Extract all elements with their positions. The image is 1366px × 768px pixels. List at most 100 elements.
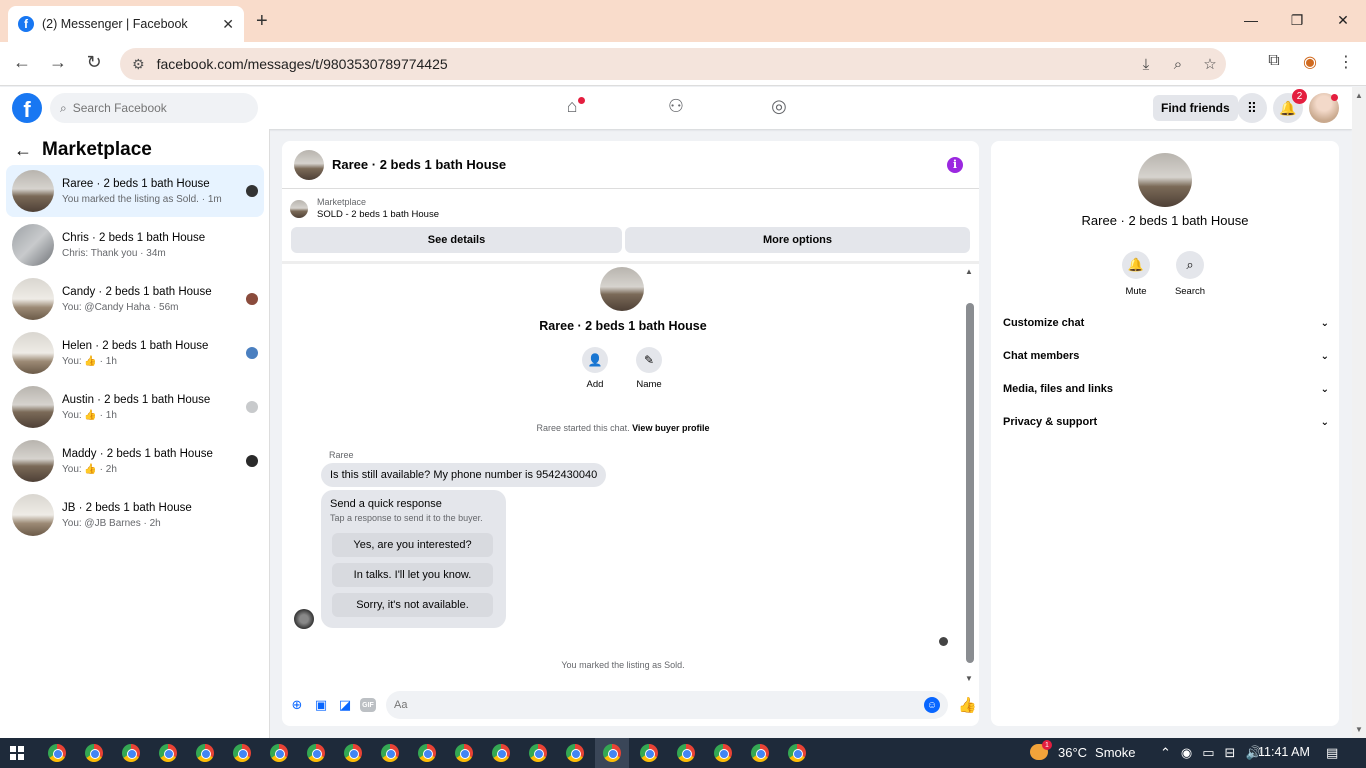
chrome-icon[interactable] [788, 744, 806, 762]
scroll-up-arrow-icon[interactable]: ▲ [1355, 91, 1363, 100]
profile-icon[interactable]: ◉ [1298, 52, 1322, 72]
site-settings-icon[interactable]: ⚙ [132, 56, 145, 73]
more-options-button[interactable]: More options [625, 227, 970, 253]
facebook-search[interactable]: ⌕ [50, 93, 258, 123]
menu-grid-icon[interactable]: ⠿ [1237, 93, 1267, 123]
browser-tab[interactable]: f (2) Messenger | Facebook ✕ [8, 6, 244, 42]
quick-response-option[interactable]: In talks. I'll let you know. [332, 563, 493, 587]
emoji-icon[interactable]: ☺ [924, 697, 940, 713]
conversation-item[interactable]: Maddy · 2 beds 1 bath House You: 👍 · 2h [6, 435, 264, 487]
search-tabs-icon[interactable]: ⧉ [1262, 52, 1286, 72]
install-app-icon[interactable]: ⤓ [1130, 56, 1162, 73]
new-tab-button[interactable]: + [256, 10, 268, 33]
zoom-icon[interactable]: ⌕ [1162, 56, 1194, 73]
photo-icon[interactable]: ▣ [312, 696, 330, 714]
sender-avatar[interactable] [294, 609, 314, 629]
mute-action[interactable]: 🔔 Mute [1111, 251, 1161, 297]
notification-center-icon[interactable]: ▤ [1326, 745, 1338, 761]
chrome-icon[interactable] [455, 744, 473, 762]
chrome-icon[interactable] [751, 744, 769, 762]
scroll-up-arrow-icon[interactable]: ▲ [965, 267, 973, 276]
chrome-icon[interactable] [233, 744, 251, 762]
menu-kebab-icon[interactable]: ⋮ [1334, 52, 1358, 72]
chat-header-avatar[interactable] [294, 149, 324, 180]
windows-start-icon[interactable] [10, 746, 24, 760]
info-icon[interactable]: i [947, 156, 963, 173]
conversation-item[interactable]: Raree · 2 beds 1 bath House You marked th… [6, 165, 264, 217]
chrome-icon[interactable] [492, 744, 510, 762]
groups-icon[interactable]: ◎ [766, 96, 792, 117]
message-bubble[interactable]: Is this still available? My phone number… [321, 463, 607, 487]
search-icon: ⌕ [1176, 251, 1204, 279]
quick-response-option[interactable]: Sorry, it's not available. [332, 593, 493, 617]
chrome-icon[interactable] [566, 744, 584, 762]
chrome-icon[interactable] [48, 744, 66, 762]
message-input[interactable] [394, 699, 924, 711]
view-buyer-profile-link[interactable]: View buyer profile [632, 423, 709, 433]
page-scrollbar[interactable]: ▲ ▼ [1352, 87, 1366, 738]
chrome-icon[interactable] [714, 744, 732, 762]
privacy-support-section[interactable]: Privacy & support ⌄ [1003, 407, 1329, 437]
conversation-item[interactable]: Candy · 2 beds 1 bath House You: @Candy H… [6, 273, 264, 325]
chrome-icon[interactable] [677, 744, 695, 762]
chat-scrollbar[interactable]: ▲ ▼ [965, 267, 975, 683]
chrome-icon[interactable] [603, 744, 621, 762]
chrome-icon[interactable] [159, 744, 177, 762]
scroll-down-arrow-icon[interactable]: ▼ [965, 674, 973, 683]
scroll-down-arrow-icon[interactable]: ▼ [1355, 725, 1363, 734]
forward-arrow-icon[interactable]: → [46, 52, 70, 73]
chat-members-section[interactable]: Chat members ⌄ [1003, 341, 1329, 371]
sticker-icon[interactable]: ◪ [336, 696, 354, 714]
chrome-icon[interactable] [85, 744, 103, 762]
battery-icon[interactable]: ▭ [1202, 745, 1214, 761]
back-arrow-icon[interactable]: ← [10, 52, 34, 73]
chat-profile-avatar [600, 267, 644, 311]
bookmark-star-icon[interactable]: ☆ [1194, 55, 1226, 73]
weather-widget[interactable]: 1 36°C Smoke [1030, 740, 1136, 760]
thumbs-up-icon[interactable]: 👍 [958, 696, 977, 714]
search-input[interactable] [72, 101, 233, 115]
minimize-icon[interactable]: — [1228, 0, 1274, 40]
plus-circle-icon[interactable]: ⊕ [288, 696, 306, 714]
chrome-icon[interactable] [381, 744, 399, 762]
info-avatar[interactable] [1138, 153, 1192, 207]
chrome-icon[interactable] [640, 744, 658, 762]
close-window-icon[interactable]: ✕ [1320, 0, 1366, 40]
chevron-up-icon[interactable]: ⌃ [1160, 745, 1171, 761]
friends-icon[interactable]: ⚇ [663, 96, 689, 117]
reload-icon[interactable]: ↻ [82, 52, 106, 73]
see-details-button[interactable]: See details [291, 227, 622, 253]
chrome-icon[interactable] [196, 744, 214, 762]
add-people-action[interactable]: 👤 Add [575, 347, 615, 390]
tab-close-icon[interactable]: ✕ [222, 16, 234, 33]
conversation-item[interactable]: Chris · 2 beds 1 bath House Chris: Thank … [6, 219, 264, 271]
gif-icon[interactable]: GIF [360, 698, 376, 712]
chrome-icon[interactable] [122, 744, 140, 762]
find-friends-button[interactable]: Find friends [1153, 95, 1238, 121]
network-icon[interactable]: ⊟ [1225, 745, 1236, 761]
chrome-icon[interactable] [270, 744, 288, 762]
chat-title[interactable]: Raree · 2 beds 1 bath House [332, 157, 947, 172]
facebook-logo-icon[interactable]: f [12, 93, 42, 123]
conversation-item[interactable]: Austin · 2 beds 1 bath House You: 👍 · 1h [6, 381, 264, 433]
name-chat-action[interactable]: ✎ Name [629, 347, 669, 390]
search-action[interactable]: ⌕ Search [1165, 251, 1215, 297]
quick-response-option[interactable]: Yes, are you interested? [332, 533, 493, 557]
chrome-icon[interactable] [307, 744, 325, 762]
media-files-section[interactable]: Media, files and links ⌄ [1003, 374, 1329, 404]
address-bar[interactable]: ⚙ facebook.com/messages/t/98035307897744… [120, 48, 1226, 80]
conversation-preview: You marked the listing as Sold. · 1m [62, 193, 222, 205]
conversation-item[interactable]: JB · 2 beds 1 bath House You: @JB Barnes … [6, 489, 264, 541]
chrome-icon[interactable] [418, 744, 436, 762]
message-input-box[interactable]: ☺ [386, 691, 948, 719]
chrome-icon[interactable] [344, 744, 362, 762]
record-icon[interactable]: ◉ [1181, 745, 1192, 761]
back-arrow-icon[interactable]: ← [14, 140, 32, 161]
clock[interactable]: 11:41 AM [1258, 745, 1310, 759]
url-text[interactable]: facebook.com/messages/t/9803530789774425 [157, 56, 1130, 72]
customize-chat-section[interactable]: Customize chat ⌄ [1003, 308, 1329, 338]
scrollbar-thumb[interactable] [966, 303, 974, 663]
conversation-item[interactable]: Helen · 2 beds 1 bath House You: 👍 · 1h [6, 327, 264, 379]
restore-icon[interactable]: ❐ [1274, 0, 1320, 40]
chrome-icon[interactable] [529, 744, 547, 762]
